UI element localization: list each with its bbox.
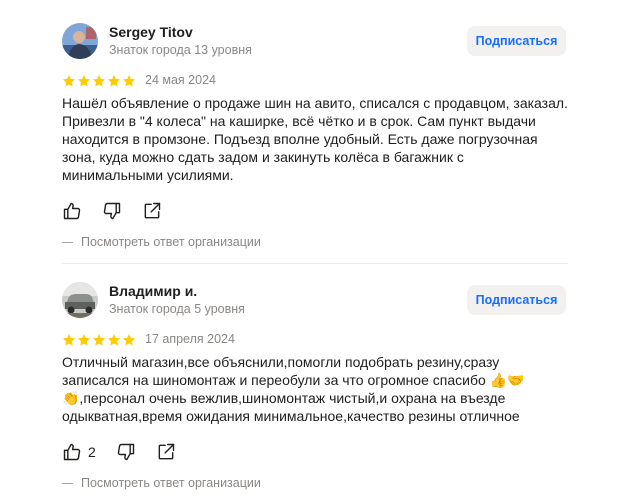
view-org-reply-link[interactable]: Посмотреть ответ организации xyxy=(62,476,261,490)
star-icon xyxy=(122,75,136,87)
star-icon xyxy=(107,334,121,346)
author-level-badge: Знаток города 5 уровня xyxy=(109,302,245,316)
star-icon xyxy=(77,75,91,87)
rating-stars xyxy=(62,333,136,347)
share-button[interactable] xyxy=(156,442,176,462)
thumb-down-icon xyxy=(103,202,121,220)
author-name[interactable]: Sergey Titov xyxy=(109,24,193,40)
dislike-button[interactable] xyxy=(102,201,122,221)
review-card: Sergey Titov Знаток города 13 уровня Под… xyxy=(62,23,568,255)
view-org-reply-label: Посмотреть ответ организации xyxy=(81,476,261,490)
star-icon xyxy=(92,75,106,87)
share-button[interactable] xyxy=(142,201,162,221)
divider xyxy=(62,482,73,484)
thumb-up-icon xyxy=(63,443,81,461)
divider xyxy=(62,263,568,264)
author-name[interactable]: Владимир и. xyxy=(109,283,197,299)
avatar[interactable] xyxy=(62,282,98,318)
thumb-down-icon xyxy=(117,443,135,461)
review-date: 17 апреля 2024 xyxy=(145,332,235,346)
review-card: Владимир и. Знаток города 5 уровня Подпи… xyxy=(62,282,568,494)
subscribe-button[interactable]: Подписаться xyxy=(467,285,566,315)
star-icon xyxy=(77,334,91,346)
review-actions: 2 xyxy=(62,440,176,464)
subscribe-button[interactable]: Подписаться xyxy=(467,26,566,56)
star-icon xyxy=(122,334,136,346)
thumb-up-icon xyxy=(63,202,81,220)
view-org-reply-label: Посмотреть ответ организации xyxy=(81,235,261,249)
star-icon xyxy=(107,75,121,87)
author-level-badge: Знаток города 13 уровня xyxy=(109,43,252,57)
divider xyxy=(62,241,73,243)
review-text: Нашёл объявление о продаже шин на авито,… xyxy=(62,95,568,183)
share-icon xyxy=(158,443,175,460)
avatar[interactable] xyxy=(62,23,98,59)
star-icon xyxy=(92,334,106,346)
dislike-button[interactable] xyxy=(116,442,136,462)
review-actions xyxy=(62,199,162,223)
rating-stars xyxy=(62,74,136,88)
star-icon xyxy=(62,75,76,87)
view-org-reply-link[interactable]: Посмотреть ответ организации xyxy=(62,235,261,249)
share-icon xyxy=(144,202,161,219)
review-text: Отличный магазин,все объяснили,помогли п… xyxy=(62,354,525,424)
like-button[interactable] xyxy=(62,201,82,221)
review-date: 24 мая 2024 xyxy=(145,73,216,87)
like-button[interactable]: 2 xyxy=(62,442,96,462)
like-count: 2 xyxy=(88,444,96,460)
star-icon xyxy=(62,334,76,346)
